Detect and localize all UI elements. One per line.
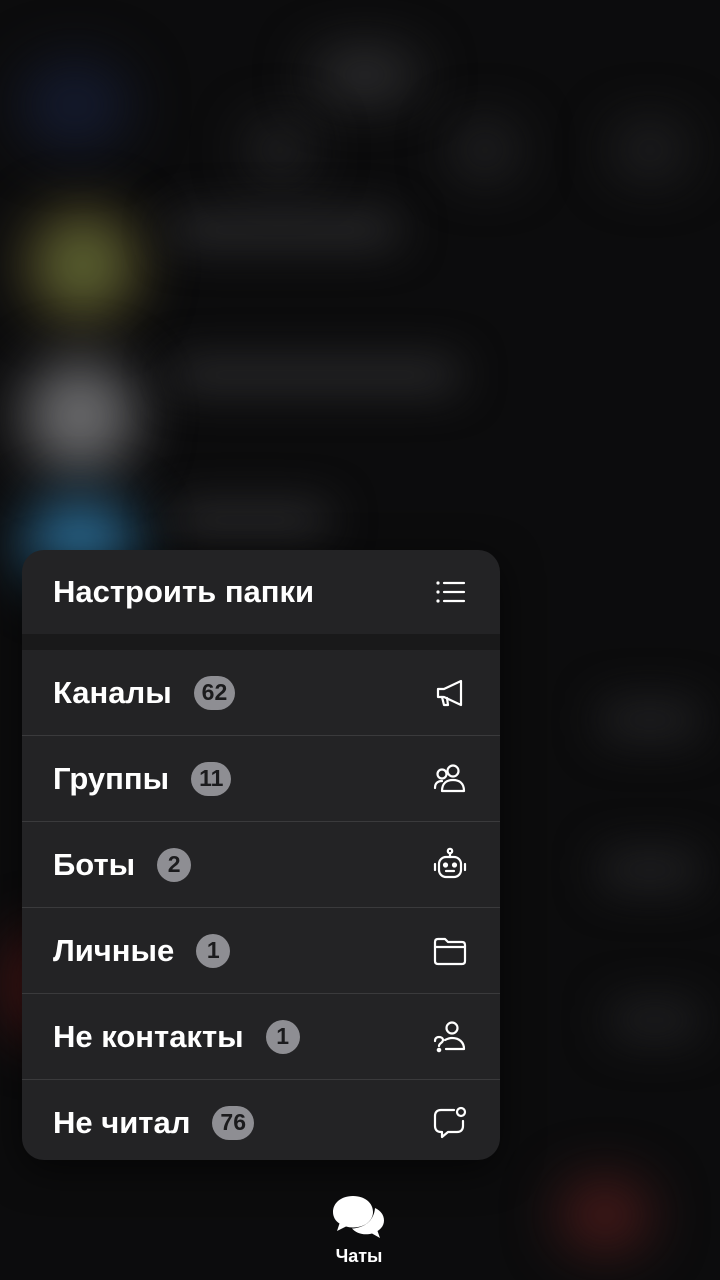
tab-chats[interactable]: Чаты	[320, 1192, 398, 1272]
unread-count-badge: 11	[191, 761, 232, 796]
blurred-chat-title	[170, 215, 400, 245]
folder-item-personal[interactable]: Личные 1	[22, 908, 500, 993]
chat-list-screen: Настроить папки Каналы 62 Группы 11 Боты…	[0, 0, 720, 1280]
blurred-chat-meta	[600, 850, 700, 890]
unread-count-badge: 1	[196, 933, 231, 968]
menu-section-gap	[22, 634, 500, 650]
folders-context-menu: Настроить папки Каналы 62 Группы 11 Боты…	[22, 550, 500, 1160]
unread-count-badge: 1	[265, 1019, 300, 1054]
people-icon	[430, 759, 470, 799]
chat-bubbles-icon	[333, 1196, 384, 1238]
blurred-avatar	[24, 360, 136, 472]
unread-bubble-icon	[430, 1103, 470, 1143]
folder-item-unread[interactable]: Не читал 76	[22, 1080, 500, 1160]
blurred-avatar	[560, 1180, 650, 1250]
unread-count-badge: 62	[193, 675, 236, 710]
folder-item-non-contacts[interactable]: Не контакты 1	[22, 994, 500, 1079]
blurred-chat-meta	[610, 1000, 700, 1040]
folder-label: Не контакты	[53, 1018, 244, 1054]
unread-count-badge: 76	[212, 1105, 255, 1140]
folder-label: Личные	[53, 932, 175, 968]
list-icon	[430, 572, 470, 612]
configure-folders-label: Настроить папки	[53, 574, 315, 609]
robot-icon	[430, 845, 470, 885]
unknown-person-icon	[430, 1017, 470, 1057]
blurred-header-title	[310, 55, 420, 95]
folder-label: Группы	[53, 760, 170, 796]
folder-label: Боты	[53, 846, 136, 882]
configure-folders-item[interactable]: Настроить папки	[22, 550, 500, 634]
tab-chats-label: Чаты	[335, 1246, 383, 1266]
folder-item-channels[interactable]: Каналы 62	[22, 650, 500, 735]
folder-label: Каналы	[53, 674, 172, 710]
blurred-chat-title	[170, 360, 460, 390]
folder-label: Не читал	[53, 1104, 191, 1140]
unread-count-badge: 2	[157, 847, 192, 882]
folder-icon	[430, 931, 470, 971]
megaphone-icon	[430, 673, 470, 713]
blurred-header-icon	[615, 125, 685, 175]
folder-item-groups[interactable]: Группы 11	[22, 736, 500, 821]
blurred-header-icon	[250, 125, 310, 175]
blurred-avatar	[28, 210, 138, 320]
blurred-header-icon	[455, 125, 515, 175]
blurred-header-icon	[20, 60, 130, 150]
blurred-chat-meta	[600, 700, 700, 740]
folder-item-bots[interactable]: Боты 2	[22, 822, 500, 907]
blurred-chat-title	[170, 505, 330, 535]
